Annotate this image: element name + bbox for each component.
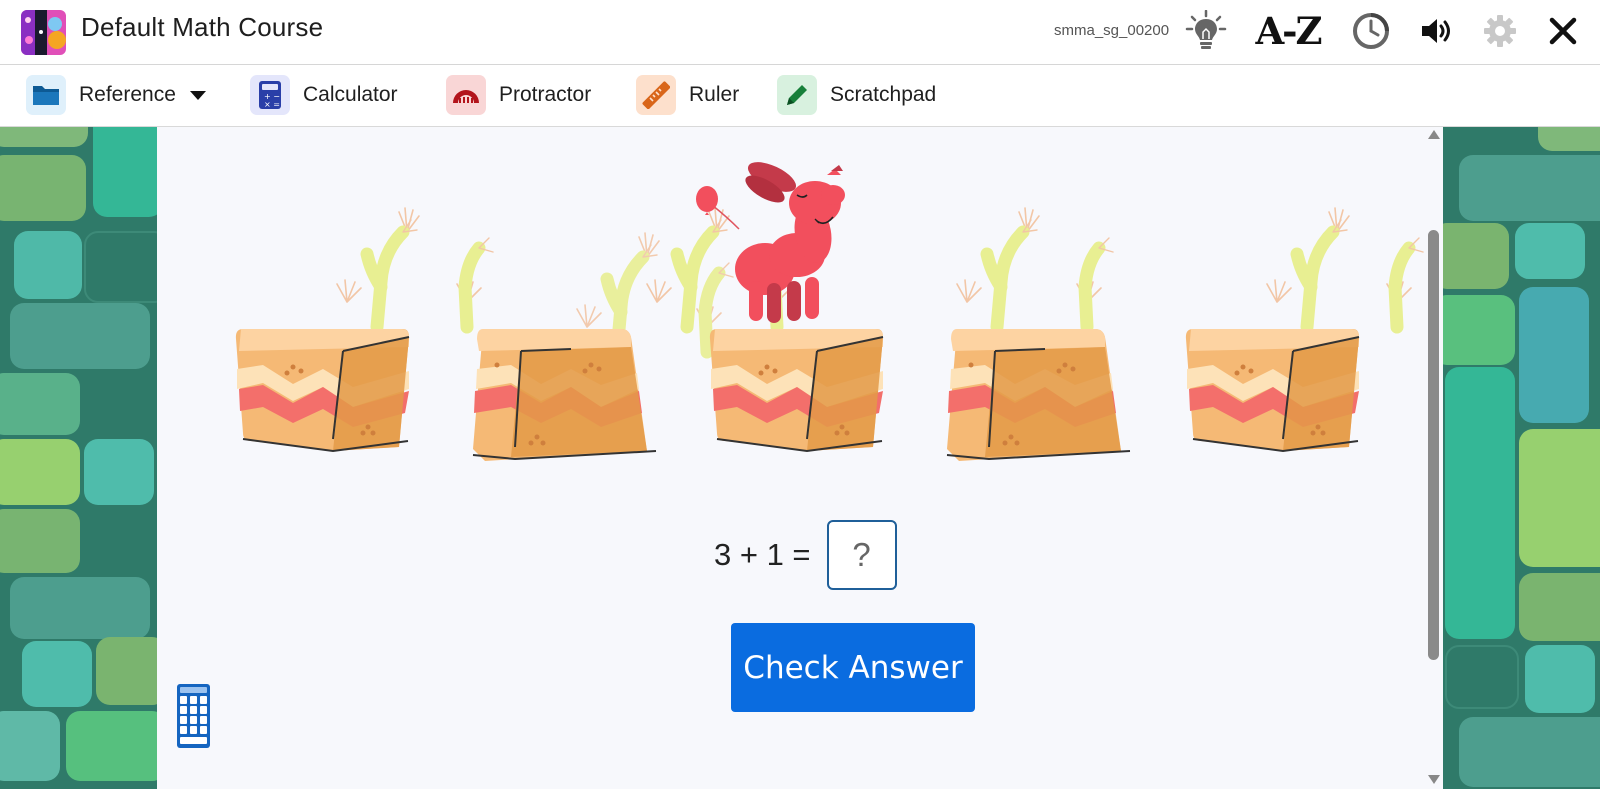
protractor-tool[interactable]: Protractor — [446, 75, 591, 115]
right-decorative-background — [1443, 127, 1600, 789]
scroll-thumb[interactable] — [1428, 230, 1439, 660]
ruler-tool[interactable]: Ruler — [636, 75, 739, 115]
rock-2 — [472, 328, 657, 462]
session-id-label: smma_sg_00200 — [1054, 22, 1170, 39]
equation-text: 3 + 1 = — [714, 537, 811, 572]
ruler-label: Ruler — [689, 83, 740, 106]
calculator-icon: + − × = — [250, 75, 290, 115]
answer-input[interactable]: ? — [826, 520, 897, 590]
ruler-icon — [636, 75, 676, 115]
pencil-icon — [777, 75, 817, 115]
course-title: Default Math Course — [81, 12, 324, 42]
tools-toolbar: Reference + − × = Calculator Protractor — [0, 65, 1600, 127]
calculator-tool[interactable]: + − × = Calculator — [250, 75, 398, 115]
check-answer-button[interactable]: Check Answer — [731, 623, 975, 712]
scratchpad-tool[interactable]: Scratchpad — [777, 75, 936, 115]
protractor-icon — [446, 75, 486, 115]
svg-text:× =: × = — [264, 100, 280, 109]
keypad-icon[interactable] — [177, 684, 210, 748]
sound-icon[interactable] — [1415, 9, 1459, 53]
illustration-scene — [234, 162, 1443, 462]
scroll-down-arrow-icon[interactable] — [1428, 775, 1440, 784]
close-icon[interactable] — [1541, 9, 1585, 53]
app-logo — [21, 10, 66, 55]
chevron-down-icon — [189, 90, 206, 100]
folder-icon — [26, 75, 66, 115]
rock-5 — [1184, 328, 1360, 452]
protractor-label: Protractor — [499, 83, 592, 106]
timer-icon[interactable] — [1349, 9, 1393, 53]
scroll-up-arrow-icon[interactable] — [1428, 130, 1440, 139]
equation-row: 3 + 1 = ? — [714, 517, 897, 593]
scratchpad-label: Scratchpad — [830, 83, 937, 106]
hint-lightbulb-icon[interactable] — [1184, 9, 1228, 53]
calculator-label: Calculator — [303, 83, 398, 106]
settings-gear-icon[interactable] — [1478, 9, 1522, 53]
glossary-az-icon[interactable]: A-Z — [1254, 9, 1322, 53]
question-panel: 3 + 1 = ? Check Answer — [157, 127, 1443, 789]
answer-placeholder: ? — [852, 536, 871, 573]
rock-1 — [234, 328, 410, 452]
vertical-scrollbar[interactable] — [1424, 127, 1443, 789]
reference-dropdown[interactable]: Reference — [26, 75, 206, 115]
reference-label: Reference — [79, 83, 176, 106]
rock-4 — [946, 328, 1131, 462]
balloon-dog-character — [696, 162, 845, 323]
app-header: Default Math Course smma_sg_00200 A-Z — [0, 0, 1600, 65]
rock-3 — [708, 328, 884, 452]
left-decorative-background — [0, 127, 157, 789]
